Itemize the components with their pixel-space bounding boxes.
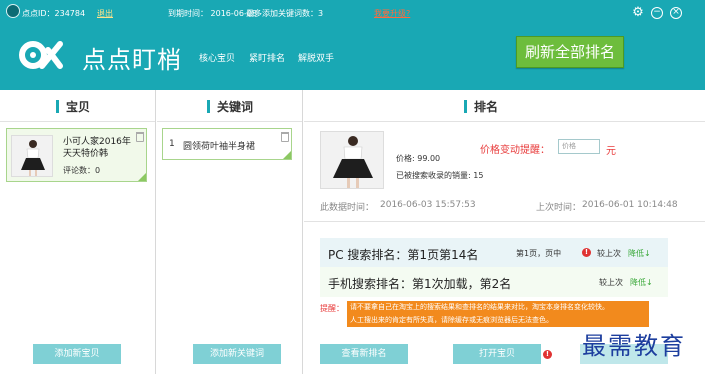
user-id: 点点ID：234784	[22, 9, 86, 18]
warning-icon: !	[543, 350, 552, 359]
last-time: 2016-06-01 10:14:48	[582, 200, 678, 210]
pc-change: 降低↓	[628, 249, 651, 258]
price-alert-input[interactable]: 价格	[558, 139, 600, 154]
mobile-change: 降低↓	[630, 278, 653, 287]
data-time-label: 此数据时间：	[320, 203, 375, 213]
items-column: 宝贝 小可人家2016年天天特价韩 评论数：0 添加新宝贝	[0, 90, 156, 374]
tip-line-1: 请不要拿自己在淘宝上的搜索结果和查排名的结果来对比，淘宝本身排名变化较快。	[347, 301, 649, 314]
nav-item-rank[interactable]: 紧盯排名	[249, 51, 285, 64]
items-header: 宝贝	[0, 90, 155, 122]
keywords-column: 关键词 1 圆领荷叶袖半身裙 添加新关键词	[157, 90, 303, 374]
add-item-button[interactable]: 添加新宝贝	[33, 344, 121, 364]
keyword-index: 1	[169, 139, 175, 149]
price-unit: 元	[606, 146, 616, 157]
nav-item-core[interactable]: 核心宝贝	[199, 51, 235, 64]
title-bar: 点点ID：234784 退出 到期时间： 2016-06-08 最多添加关键词数…	[0, 0, 705, 28]
minimize-icon[interactable]: −	[651, 7, 663, 19]
item-thumbnail	[11, 135, 53, 177]
last-time-label: 上次时间：	[536, 203, 582, 213]
trash-icon[interactable]	[136, 132, 144, 142]
expiry-date: 到期时间： 2016-06-08	[168, 9, 258, 18]
rank-header: 排名	[304, 90, 705, 122]
watermark: 最需教育	[582, 332, 686, 360]
mobile-compare: 较上次	[599, 278, 623, 287]
nav-item-free[interactable]: 解脱双手	[298, 51, 334, 64]
item-reviews: 评论数：0	[63, 166, 101, 175]
pc-rank: PC 搜索排名：第1页第14名	[328, 248, 479, 262]
upgrade-link[interactable]: 我要升级?	[374, 8, 410, 19]
keywords-header: 关键词	[157, 90, 302, 122]
app-header: 点点盯梢 核心宝贝 紧盯排名 解脱双手 刷新全部排名	[0, 28, 705, 90]
pc-rank-row: PC 搜索排名：第1页第14名 第1页，页中 ! 较上次 降低↓	[320, 238, 668, 268]
pc-page: 第1页，页中	[516, 249, 562, 258]
price-alert-label: 价格变动提醒：	[480, 145, 550, 156]
mobile-rank: 手机搜索排名：第1次加载，第2名	[328, 277, 512, 291]
logo-icon	[19, 41, 63, 69]
max-keywords: 最多添加关键词数：3	[246, 9, 324, 18]
refresh-all-button[interactable]: 刷新全部排名	[516, 36, 624, 68]
data-time: 2016-06-03 15:57:53	[380, 200, 476, 210]
tip-label: 提醒：	[320, 304, 344, 313]
brand-name: 点点盯梢	[82, 46, 182, 74]
rank-title: 排名	[474, 100, 499, 114]
view-rank-button[interactable]: 查看新排名	[320, 344, 408, 364]
selected-corner-icon	[138, 173, 146, 181]
gear-icon[interactable]: ⚙	[632, 6, 644, 19]
product-thumbnail	[320, 131, 384, 189]
product-sales: 已被搜索收录的销量: 15	[396, 171, 484, 180]
items-title: 宝贝	[66, 100, 91, 114]
close-icon[interactable]: ×	[670, 7, 682, 19]
open-item-button[interactable]: 打开宝贝	[453, 344, 541, 364]
mobile-rank-row: 手机搜索排名：第1次加载，第2名 较上次 降低↓	[320, 267, 668, 297]
keywords-title: 关键词	[217, 100, 254, 114]
product-price: 价格: 99.00	[396, 154, 441, 163]
pc-compare: 较上次	[597, 249, 621, 258]
keyword-text: 圆领荷叶袖半身裙	[183, 142, 256, 152]
item-title: 小可人家2016年天天特价韩	[63, 137, 131, 159]
add-keyword-button[interactable]: 添加新关键词	[193, 344, 281, 364]
item-card[interactable]: 小可人家2016年天天特价韩 评论数：0	[6, 128, 147, 182]
keyword-card[interactable]: 1 圆领荷叶袖半身裙	[162, 128, 292, 160]
selected-corner-icon	[283, 151, 291, 159]
avatar[interactable]	[6, 4, 20, 18]
warning-icon: !	[582, 248, 591, 257]
trash-icon[interactable]	[281, 132, 289, 142]
logout-link[interactable]: 退出	[97, 8, 113, 19]
